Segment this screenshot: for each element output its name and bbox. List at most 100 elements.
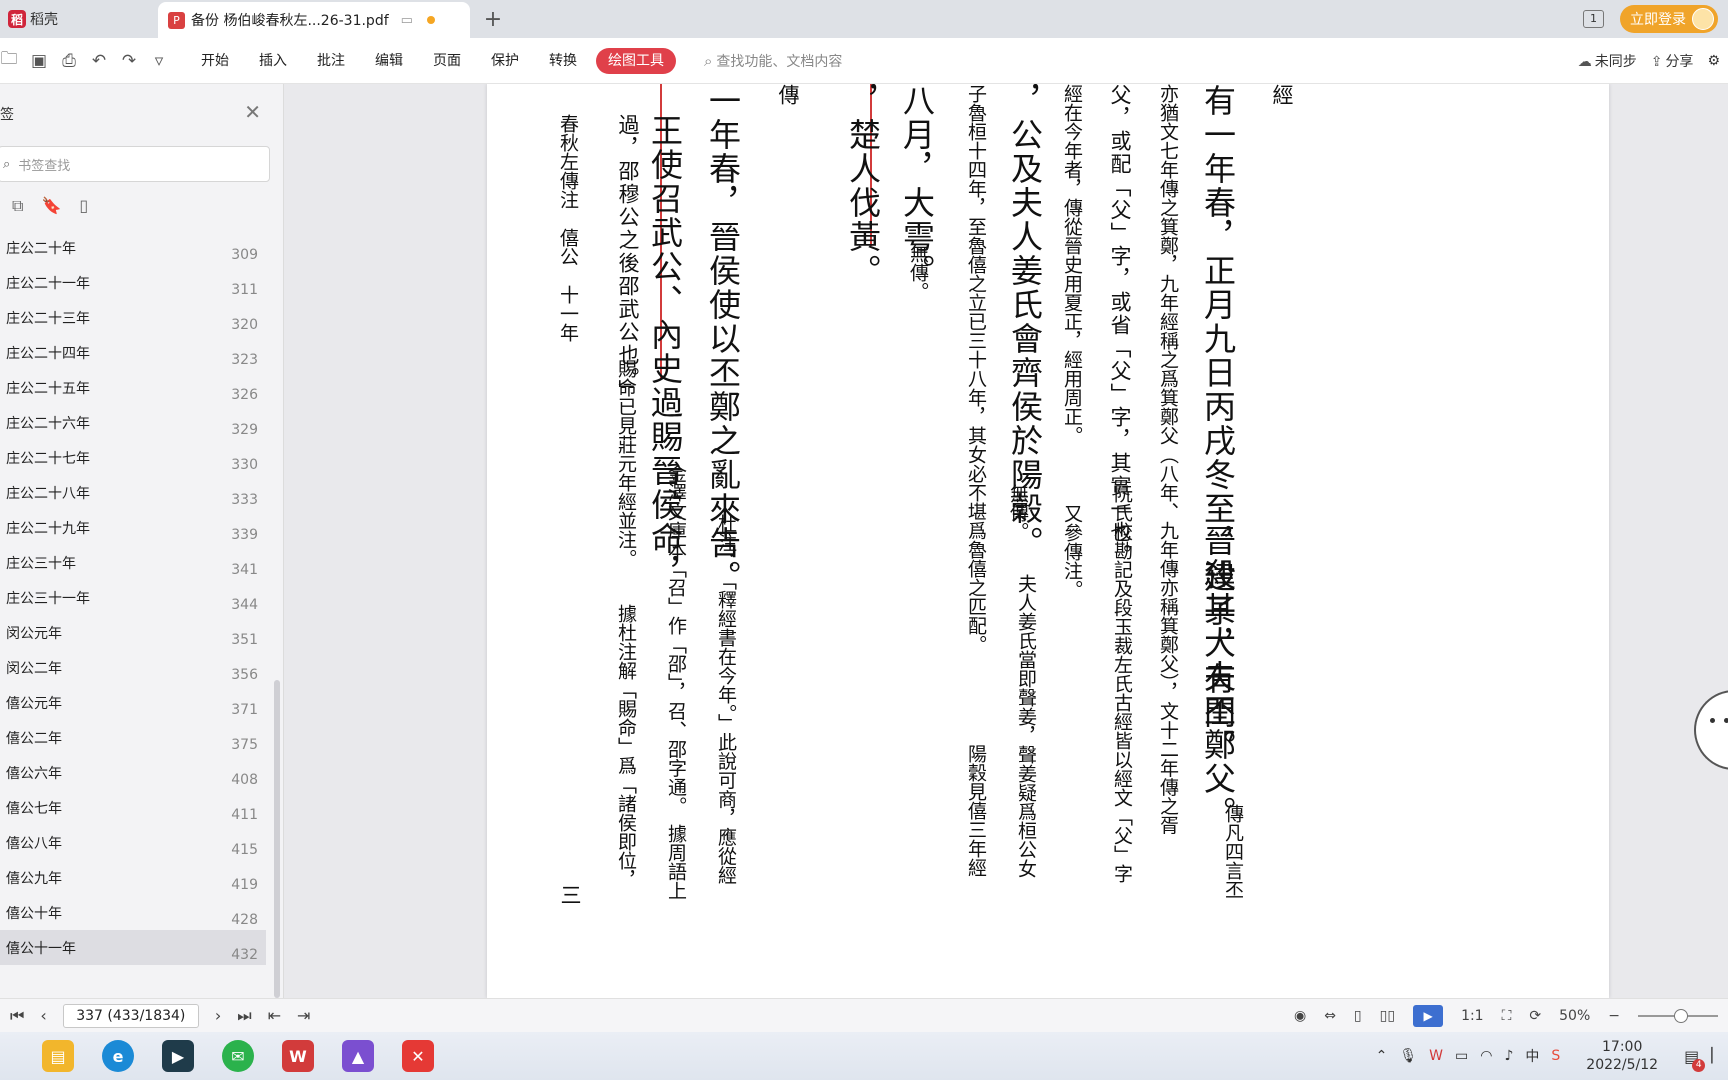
open-folder-icon[interactable]: 🗀	[0, 46, 18, 75]
menu-item-6[interactable]: 转换	[534, 48, 592, 74]
page-number-input[interactable]: 337 (433/1834)	[62, 1003, 199, 1028]
eye-protection-icon[interactable]: ◉	[1294, 1008, 1306, 1024]
bookmark-label: 僖公六年	[6, 765, 62, 782]
sync-button[interactable]: ☁ 未同步	[1578, 51, 1637, 71]
bookmark-page-number: 341	[231, 561, 258, 578]
login-button[interactable]: 立即登录	[1620, 5, 1718, 33]
sidebar-scrollbar[interactable]	[274, 680, 280, 998]
bookmark-item[interactable]: 僖公七年 411	[0, 790, 266, 825]
microphone-icon[interactable]: 🎙	[1399, 1048, 1417, 1064]
new-tab-button[interactable]: +	[480, 6, 506, 32]
bookmark-item[interactable]: 僖公九年 419	[0, 860, 266, 895]
status-bar: ⏮ ‹ 337 (433/1834) › ⏭ ⇤ ⇥ ◉ ⇔ ▯ ▯▯ ▶ 1:…	[0, 998, 1728, 1032]
bookmark-item[interactable]: 庄公二十四年 323	[0, 335, 266, 370]
print-icon[interactable]: ⎙	[60, 51, 78, 71]
settings-gear-icon[interactable]: ⚙	[1707, 53, 1720, 69]
media-app-icon[interactable]: ▶	[162, 1040, 194, 1072]
zoom-slider[interactable]	[1638, 1009, 1718, 1023]
wps-tray-icon[interactable]: W	[1429, 1048, 1443, 1064]
bookmark-item[interactable]: 庄公二十六年 329	[0, 405, 266, 440]
assistant-mascot[interactable]	[1694, 690, 1728, 770]
wifi-icon[interactable]: ◠	[1480, 1048, 1492, 1064]
zoom-out-icon[interactable]: −	[1608, 1008, 1620, 1024]
menu-item-3[interactable]: 编辑	[360, 48, 418, 74]
edge-browser-icon[interactable]: e	[102, 1040, 134, 1072]
expand-bookmarks-icon[interactable]: ⧉	[12, 196, 23, 216]
next-page-icon[interactable]: ›	[215, 1006, 221, 1025]
text-column: 無傳。	[1007, 484, 1029, 541]
actual-size-icon[interactable]: 1:1	[1461, 1008, 1484, 1024]
show-desktop-icon[interactable]: ▏	[1711, 1048, 1722, 1064]
feature-search[interactable]: ⌕ 查找功能、文档内容	[704, 51, 842, 71]
bookmark-item[interactable]: 闵公二年 356	[0, 650, 266, 685]
bookmark-item[interactable]: 庄公二十五年 326	[0, 370, 266, 405]
bookmark-item[interactable]: 庄公二十一年 311	[0, 265, 266, 300]
text-column: ，楚人伐黃。	[844, 84, 882, 288]
zoom-level[interactable]: 50%	[1559, 1008, 1590, 1024]
bookmark-item[interactable]: 庄公二十七年 330	[0, 440, 266, 475]
back-icon[interactable]: ⇤	[268, 1006, 281, 1025]
add-bookmark-icon[interactable]: 🔖	[41, 196, 61, 216]
menu-item-0[interactable]: 开始	[186, 48, 244, 74]
input-method-icon[interactable]: 中	[1525, 1046, 1539, 1066]
forward-icon[interactable]: ⇥	[297, 1006, 310, 1025]
bookmark-item[interactable]: 僖公二年 375	[0, 720, 266, 755]
undo-icon[interactable]: ↶	[90, 51, 108, 71]
bookmark-item[interactable]: 庄公三十一年 344	[0, 580, 266, 615]
xmind-icon[interactable]: ✕	[402, 1040, 434, 1072]
fit-page-icon[interactable]: ⛶	[1502, 1008, 1512, 1024]
menu-item-7[interactable]: 绘图工具	[596, 47, 676, 74]
text-column: 傳凡四言丕	[1222, 804, 1244, 899]
save-icon[interactable]: ▣	[30, 51, 48, 71]
play-icon[interactable]: ▶	[1413, 1005, 1444, 1027]
volume-icon[interactable]: ♪	[1504, 1048, 1513, 1064]
battery-icon[interactable]: ▭	[1455, 1048, 1468, 1064]
last-page-icon[interactable]: ⏭	[237, 1006, 251, 1026]
text-column: 據杜注解「賜命」爲「諸侯即位，	[615, 604, 637, 889]
notification-icon[interactable]: ▤ 4	[1684, 1047, 1706, 1072]
close-icon[interactable]: ✕	[244, 100, 261, 124]
bookmark-item[interactable]: 僖公十年 428	[0, 895, 266, 930]
menu-item-5[interactable]: 保护	[476, 48, 534, 74]
bookmark-item[interactable]: 庄公二十九年 339	[0, 510, 266, 545]
bookmark-icon[interactable]: ▯	[79, 196, 88, 216]
tab-home[interactable]: 稻 稻壳	[0, 0, 156, 38]
bookmark-item[interactable]: 庄公二十年 309	[0, 230, 266, 265]
clock[interactable]: 17:00 2022/5/12	[1586, 1038, 1658, 1074]
bookmark-search-input[interactable]: ⌕ 书签查找	[0, 146, 270, 182]
wps-office-icon[interactable]: W	[282, 1040, 314, 1072]
share-button[interactable]: ⇪ 分享	[1651, 51, 1694, 71]
photos-app-icon[interactable]: ▲	[342, 1040, 374, 1072]
bookmark-item[interactable]: 僖公八年 415	[0, 825, 266, 860]
bookmark-item[interactable]: 僖公元年 371	[0, 685, 266, 720]
menu-item-2[interactable]: 批注	[302, 48, 360, 74]
menu-item-4[interactable]: 页面	[418, 48, 476, 74]
zoom-slider-thumb[interactable]	[1674, 1009, 1688, 1023]
search-icon: ⌕	[3, 156, 11, 172]
bookmark-item[interactable]: 庄公三十年 341	[0, 545, 266, 580]
document-view[interactable]: 經有一年春，正月九日丙戌冬至，建子，有閏。 晉殺其大夫丕鄭父。 傳凡四言丕 亦猶文七年…	[285, 84, 1728, 998]
customize-chevron-icon[interactable]: ▿	[150, 51, 168, 71]
redo-icon[interactable]: ↷	[120, 51, 138, 71]
bookmark-item[interactable]: 僖公六年 408	[0, 755, 266, 790]
bookmark-label: 闵公元年	[6, 625, 62, 642]
single-page-icon[interactable]: ▯	[1354, 1008, 1362, 1024]
bookmark-item[interactable]: 僖公十一年 432	[0, 930, 266, 965]
bookmark-item[interactable]: 庄公二十八年 333	[0, 475, 266, 510]
menu-item-1[interactable]: 插入	[244, 48, 302, 74]
bookmark-item[interactable]: 闵公元年 351	[0, 615, 266, 650]
tab-document[interactable]: P 备份 杨伯峻春秋左...26-31.pdf ▭	[158, 2, 470, 38]
bookmark-label: 庄公三十一年	[6, 590, 90, 607]
prev-page-icon[interactable]: ‹	[40, 1006, 46, 1025]
window-count-badge[interactable]: 1	[1583, 10, 1604, 28]
tray-expand-icon[interactable]: ⌃	[1376, 1048, 1388, 1064]
bookmark-item[interactable]: 庄公二十三年 320	[0, 300, 266, 335]
wechat-icon[interactable]: ✉	[222, 1040, 254, 1072]
double-page-icon[interactable]: ▯▯	[1380, 1008, 1395, 1024]
fit-width-icon[interactable]: ⇔	[1324, 1008, 1336, 1024]
file-explorer-icon[interactable]: ▤	[42, 1040, 74, 1072]
sogou-icon[interactable]: S	[1551, 1048, 1560, 1064]
monitor-icon[interactable]: ▭	[401, 13, 413, 28]
first-page-icon[interactable]: ⏮	[10, 1006, 24, 1026]
rotate-icon[interactable]: ⟳	[1529, 1008, 1541, 1024]
